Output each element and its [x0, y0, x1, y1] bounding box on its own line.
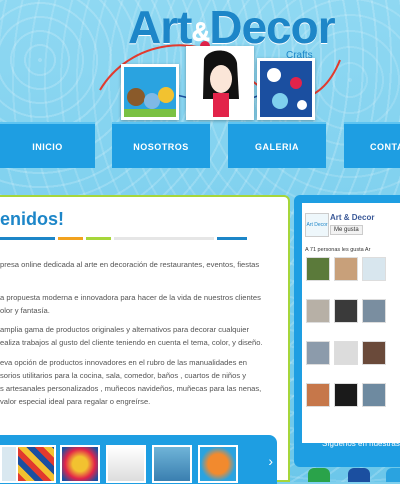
fan-avatar[interactable]	[306, 341, 330, 365]
main-nav: INICIO NOSOTROS GALERIA CONTA	[0, 122, 400, 168]
title-rule-blue-end	[217, 237, 247, 240]
logo-ampersand: &	[191, 15, 210, 46]
paragraph-line: amplia gama de productos originales y al…	[0, 325, 250, 334]
follow-us-text: Síguenos en nuestras	[322, 439, 400, 448]
nav-item-nosotros[interactable]: NOSOTROS	[112, 122, 210, 168]
fan-avatar[interactable]	[334, 383, 358, 407]
header-image-flowers	[257, 58, 315, 120]
fan-avatar[interactable]	[334, 257, 358, 281]
paragraph-line: ealiza trabajos al gusto del cliente ten…	[0, 338, 263, 347]
nav-item-galeria[interactable]: GALERIA	[228, 122, 326, 168]
twitter-icon[interactable]	[386, 468, 400, 482]
title-rule-green	[86, 237, 111, 240]
header-image-animals	[121, 64, 179, 120]
fan-avatar[interactable]	[334, 341, 358, 365]
gallery-next-arrow[interactable]: ›	[268, 453, 273, 469]
gallery-thumb[interactable]	[60, 445, 100, 483]
fb-page-logo[interactable]: Art Decor	[305, 213, 329, 237]
paragraph-line: a propuesta moderna e innovadora para ha…	[0, 293, 261, 302]
welcome-title: enidos!	[0, 209, 65, 229]
title-rule-grey	[114, 237, 214, 240]
facebook-sidebar: Art Decor Art & Decor Me gusta A 71 pers…	[294, 195, 400, 467]
flowers-illustration	[267, 68, 307, 110]
paragraph-line: s artesanales personalizados , muñecos n…	[0, 384, 262, 393]
title-rule-blue	[0, 237, 55, 240]
nav-item-inicio[interactable]: INICIO	[0, 122, 95, 168]
gallery-thumb[interactable]	[106, 445, 146, 483]
animals-illustration	[124, 87, 176, 117]
paragraph-line: olor y fantasía.	[0, 306, 50, 315]
logo-word-art: Art	[128, 1, 192, 53]
gallery-thumb[interactable]	[152, 445, 192, 483]
title-rule-orange	[58, 237, 83, 240]
google-plus-icon[interactable]	[308, 468, 330, 482]
fan-avatar[interactable]	[362, 383, 386, 407]
nav-item-contacto[interactable]: CONTA	[344, 122, 400, 168]
girl-illustration	[203, 50, 239, 117]
header-image-girl	[186, 46, 254, 120]
fan-avatar[interactable]	[362, 299, 386, 323]
gallery-thumb[interactable]	[16, 445, 56, 483]
welcome-panel: enidos! presa online dedicada al arte en…	[0, 195, 290, 484]
site-header: Art&Decor Crafts	[0, 0, 400, 122]
gallery-thumb[interactable]	[198, 445, 238, 483]
fan-avatar[interactable]	[306, 383, 330, 407]
facebook-like-box: Art Decor Art & Decor Me gusta A 71 pers…	[302, 203, 400, 443]
fan-avatar[interactable]	[362, 257, 386, 281]
fan-avatar[interactable]	[306, 257, 330, 281]
paragraph-line: presa online dedicada al arte en decorac…	[0, 260, 260, 269]
paragraph-line: eva opción de productos innovadores en e…	[0, 358, 247, 367]
fan-avatar[interactable]	[334, 299, 358, 323]
gallery-strip: ›	[0, 435, 277, 484]
fan-avatar[interactable]	[306, 299, 330, 323]
fb-fan-count: A 71 personas les gusta Ar	[305, 247, 371, 253]
fb-page-name[interactable]: Art & Decor	[330, 213, 374, 222]
facebook-icon[interactable]	[348, 468, 370, 482]
paragraph-line: sorios utilitarios para la cocina, sala,…	[0, 371, 247, 380]
paragraph-line: valor especial ideal para regalar o engr…	[0, 397, 151, 406]
fb-like-button[interactable]: Me gusta	[330, 225, 363, 235]
fan-avatar[interactable]	[362, 341, 386, 365]
